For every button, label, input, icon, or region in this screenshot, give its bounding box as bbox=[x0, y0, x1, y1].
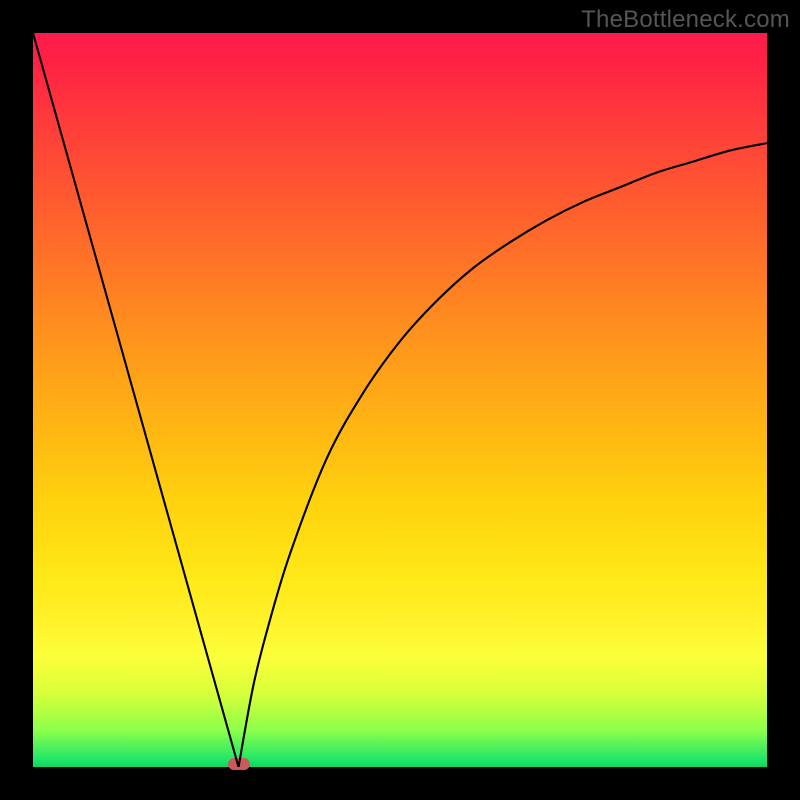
attribution-text: TheBottleneck.com bbox=[581, 6, 790, 34]
bottleneck-curve bbox=[33, 33, 767, 767]
chart-frame: TheBottleneck.com bbox=[0, 0, 800, 800]
curve-path bbox=[33, 33, 767, 767]
